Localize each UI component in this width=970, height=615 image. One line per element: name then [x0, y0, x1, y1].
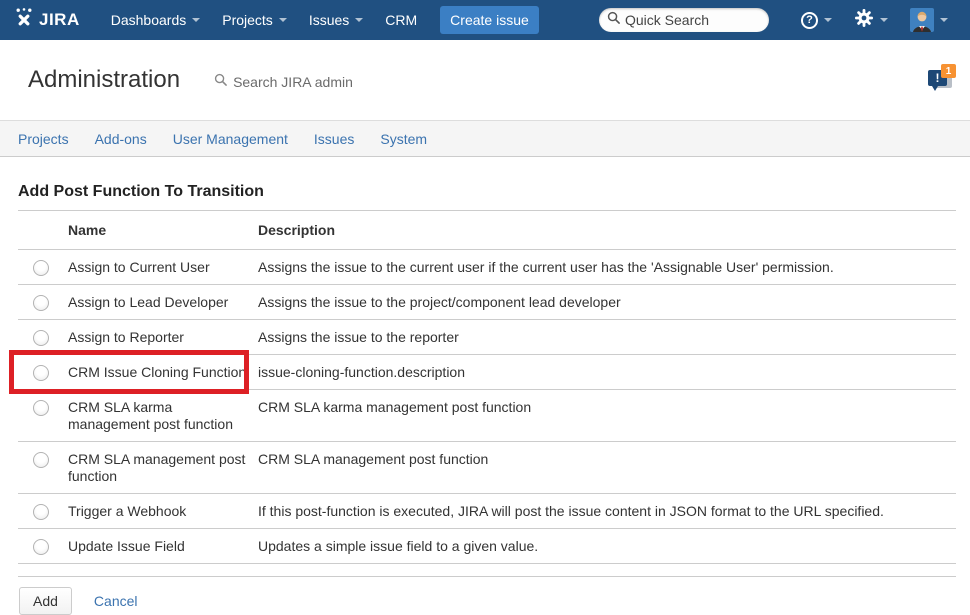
jira-logo[interactable]: JIRA — [13, 7, 80, 34]
tab-system[interactable]: System — [380, 131, 427, 147]
row-description: Assigns the issue to the project/compone… — [258, 294, 956, 311]
chevron-down-icon — [880, 18, 888, 22]
row-name: Assign to Current User — [68, 259, 258, 276]
description-column-header: Description — [258, 222, 956, 239]
radio-button[interactable] — [33, 330, 49, 346]
settings-menu[interactable] — [846, 8, 896, 33]
radio-button[interactable] — [33, 452, 49, 468]
nav-item-label: Issues — [309, 12, 349, 28]
cancel-link[interactable]: Cancel — [94, 593, 138, 609]
table-row[interactable]: CRM SLA karma management post function C… — [18, 390, 956, 442]
radio-button[interactable] — [33, 365, 49, 381]
admin-search-input[interactable] — [233, 74, 383, 90]
name-column-header: Name — [68, 222, 258, 239]
row-name: Update Issue Field — [68, 538, 258, 555]
help-menu[interactable]: ? — [793, 12, 840, 29]
brand-name: JIRA — [39, 10, 80, 30]
table-row[interactable]: Assign to Lead Developer Assigns the iss… — [18, 285, 956, 320]
chevron-down-icon — [940, 18, 948, 22]
radio-button[interactable] — [33, 539, 49, 555]
quick-search-box — [599, 8, 769, 32]
row-name: Trigger a Webhook — [68, 503, 258, 520]
row-name: CRM SLA management post function — [68, 451, 258, 485]
table-row-highlighted[interactable]: CRM Issue Cloning Function issue-cloning… — [18, 355, 956, 390]
admin-tab-bar: Projects Add-ons User Management Issues … — [0, 120, 970, 157]
table-row[interactable]: Update Issue Field Updates a simple issu… — [18, 529, 956, 564]
chevron-down-icon — [355, 18, 363, 22]
add-button[interactable]: Add — [19, 587, 72, 615]
search-icon — [214, 73, 227, 91]
help-icon: ? — [801, 12, 818, 29]
create-issue-button[interactable]: Create issue — [440, 6, 539, 34]
row-description: If this post-function is executed, JIRA … — [258, 503, 956, 520]
table-row[interactable]: CRM SLA management post function CRM SLA… — [18, 442, 956, 494]
row-description: issue-cloning-function.description — [258, 364, 956, 381]
top-navbar: JIRA Dashboards Projects Issues CRM Crea… — [0, 0, 970, 40]
nav-item-projects[interactable]: Projects — [211, 0, 298, 40]
row-name: Assign to Reporter — [68, 329, 258, 346]
quick-search-input[interactable] — [625, 12, 755, 28]
row-description: CRM SLA management post function — [258, 451, 956, 468]
nav-item-crm[interactable]: CRM — [374, 0, 428, 40]
page-title: Add Post Function To Transition — [18, 183, 956, 211]
notifications-button[interactable]: ! 1 — [926, 64, 956, 96]
post-function-table: Name Description Assign to Current User … — [18, 211, 956, 564]
chevron-down-icon — [824, 18, 832, 22]
row-description: Assigns the issue to the reporter — [258, 329, 956, 346]
nav-item-issues[interactable]: Issues — [298, 0, 374, 40]
chevron-down-icon — [279, 18, 287, 22]
gear-icon — [854, 8, 874, 33]
avatar — [910, 8, 934, 32]
tab-issues[interactable]: Issues — [314, 131, 354, 147]
page-section-title: Administration — [28, 66, 180, 94]
table-row[interactable]: Assign to Reporter Assigns the issue to … — [18, 320, 956, 355]
row-name: Assign to Lead Developer — [68, 294, 258, 311]
tab-projects[interactable]: Projects — [18, 131, 69, 147]
admin-header: Administration ! 1 — [0, 40, 970, 120]
user-menu[interactable] — [902, 8, 956, 32]
row-description: Assigns the issue to the current user if… — [258, 259, 956, 276]
notification-count-badge: 1 — [941, 64, 956, 78]
table-header-row: Name Description — [18, 211, 956, 250]
radio-button[interactable] — [33, 504, 49, 520]
jira-logo-icon — [13, 7, 35, 34]
row-name: CRM Issue Cloning Function — [68, 364, 258, 381]
nav-item-label: Projects — [222, 12, 273, 28]
form-actions: Add Cancel — [18, 576, 956, 615]
tab-user-management[interactable]: User Management — [173, 131, 288, 147]
radio-button[interactable] — [33, 260, 49, 276]
main-content: Add Post Function To Transition Name Des… — [0, 183, 970, 564]
nav-item-label: Dashboards — [111, 12, 187, 28]
nav-item-label: CRM — [385, 12, 417, 28]
row-name: CRM SLA karma management post function — [68, 399, 258, 433]
chevron-down-icon — [192, 18, 200, 22]
row-description: CRM SLA karma management post function — [258, 399, 956, 416]
radio-button[interactable] — [33, 400, 49, 416]
admin-search-box — [214, 73, 383, 91]
nav-item-dashboards[interactable]: Dashboards — [100, 0, 212, 40]
tab-add-ons[interactable]: Add-ons — [95, 131, 147, 147]
search-icon — [607, 11, 620, 29]
row-description: Updates a simple issue field to a given … — [258, 538, 956, 555]
radio-button[interactable] — [33, 295, 49, 311]
table-row[interactable]: Assign to Current User Assigns the issue… — [18, 250, 956, 285]
table-row[interactable]: Trigger a Webhook If this post-function … — [18, 494, 956, 529]
